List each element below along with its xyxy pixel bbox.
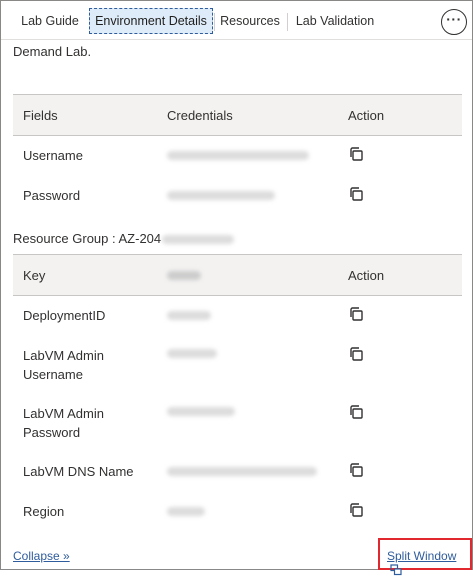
intro-text: Demand Lab. [13, 44, 92, 59]
table-row: Password [13, 176, 462, 216]
copy-icon[interactable] [348, 186, 364, 202]
tab-resources[interactable]: Resources [217, 8, 283, 34]
column-header-value-redacted [157, 254, 338, 296]
column-header-fields: Fields [13, 94, 157, 136]
tab-lab-validation[interactable]: Lab Validation [293, 8, 377, 34]
column-header-action: Action [338, 254, 462, 296]
tab-lab-guide[interactable]: Lab Guide [13, 8, 87, 34]
collapse-link[interactable]: Collapse » [13, 549, 70, 563]
tab-divider [287, 13, 288, 31]
credential-value-redacted [157, 176, 338, 216]
detail-value-redacted [157, 296, 338, 336]
copy-icon[interactable] [348, 146, 364, 162]
key-label: LabVM DNS Name [23, 464, 134, 479]
detail-value-redacted [157, 492, 338, 532]
tab-environment-details[interactable]: Environment Details [89, 8, 213, 34]
table-row: Username [13, 136, 462, 176]
split-window-label: Split Window [387, 549, 457, 563]
environment-details-table: Key Action DeploymentID LabVM Admin User… [13, 254, 462, 532]
field-label: Password [23, 188, 81, 203]
resource-group-heading: Resource Group : AZ-204 [13, 231, 235, 246]
lab-panel: Lab Guide Environment Details Resources … [0, 0, 473, 576]
copy-icon[interactable] [348, 462, 364, 478]
more-options-icon[interactable]: ··· [441, 9, 467, 35]
copy-icon[interactable] [348, 306, 364, 322]
table-row: LabVM DNS Name [13, 452, 462, 492]
copy-icon[interactable] [348, 404, 364, 420]
split-window-button[interactable]: Split Window [378, 538, 472, 576]
table-row: LabVM Admin Password [13, 394, 462, 452]
copy-icon[interactable] [348, 346, 364, 362]
detail-value-redacted [157, 336, 338, 394]
table-row: DeploymentID [13, 296, 462, 336]
tab-divider [214, 13, 215, 31]
field-label: Username [23, 148, 83, 164]
copy-icon[interactable] [348, 502, 364, 518]
detail-value-redacted [157, 394, 338, 452]
key-label: LabVM Admin Password [23, 405, 104, 440]
resource-group-label: Resource Group : AZ-204 [13, 231, 162, 246]
credentials-table: Fields Credentials Action Username Passw… [13, 94, 462, 216]
credential-value-redacted [157, 136, 338, 176]
tab-bar: Lab Guide Environment Details Resources … [1, 1, 472, 40]
split-window-icon [387, 563, 402, 577]
table-row: LabVM Admin Username [13, 336, 462, 394]
key-label: DeploymentID [23, 308, 106, 324]
column-header-credentials: Credentials [157, 94, 338, 136]
table-row: Region [13, 492, 462, 532]
resource-group-value-redacted [162, 235, 235, 245]
key-label: LabVM Admin Username [23, 347, 104, 382]
column-header-key: Key [13, 254, 157, 296]
detail-value-redacted [157, 452, 338, 492]
key-label: Region [23, 504, 65, 519]
column-header-action: Action [338, 94, 462, 136]
